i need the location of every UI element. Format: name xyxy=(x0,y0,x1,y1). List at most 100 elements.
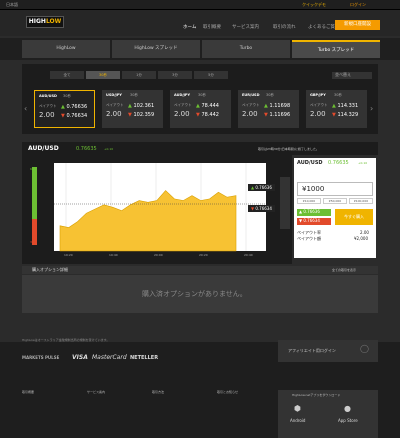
positions-empty: 購入済オプションがありません。 xyxy=(22,275,378,313)
high-button-rate: 0.76636 xyxy=(303,209,320,214)
high-percent: 67% xyxy=(30,167,37,171)
tab-highlow[interactable]: HighLow xyxy=(22,40,110,58)
app-title: HighLow.netアプリをダウンロード xyxy=(292,393,341,397)
card-up-icon: ▲ xyxy=(196,103,200,109)
positions-title: 購入オプション詳細 xyxy=(32,267,68,272)
card-payout-value: 2.00 xyxy=(242,110,258,118)
trade-pair: AUD/USD xyxy=(297,160,323,166)
nav-guide[interactable]: 取引概要 xyxy=(203,24,221,30)
card-down-icon: ▼ xyxy=(332,112,336,118)
logo[interactable]: HIGHLOW xyxy=(26,16,64,28)
asset-card[interactable]: AUD/JPY 30秒 ペイアウト 2.00 ▲ 78.444 ▼ 78.442 xyxy=(170,90,231,128)
footer-links: 取引概要 サービス案内 取引方法 取引とお知らせ xyxy=(22,388,272,438)
user-icon: ◯ xyxy=(360,344,369,353)
card-down-icon: ▼ xyxy=(128,112,132,118)
card-pair: GBP/JPY xyxy=(310,93,326,97)
asset-card[interactable]: USD/JPY 30秒 ペイアウト 2.00 ▲ 102.361 ▼ 102.3… xyxy=(102,90,163,128)
card-low-rate: ▼ 102.359 xyxy=(128,112,154,118)
login-link[interactable]: ログイン xyxy=(350,2,366,8)
apple-icon: ● xyxy=(344,404,351,413)
asset-card[interactable]: AUD/USD 30秒 ペイアウト 2.00 ▲ 0.76636 ▼ 0.766… xyxy=(34,90,95,128)
demo-link[interactable]: クイックデモ xyxy=(302,2,326,8)
card-payout-value: 2.00 xyxy=(310,110,326,118)
footer-column-title[interactable]: サービス案内 xyxy=(87,390,105,394)
brand-mastercard: MasterCard xyxy=(92,354,127,361)
card-payout-label: ペイアウト xyxy=(39,104,57,108)
card-low-value: 102.359 xyxy=(133,112,155,118)
card-time: 30秒 xyxy=(334,93,342,97)
footer-column-title[interactable]: 取引とお知らせ xyxy=(217,390,238,394)
card-high-rate: ▲ 0.76636 xyxy=(61,104,87,110)
buy-now-button[interactable]: 今すぐ購入 xyxy=(335,209,373,225)
prev-arrow-icon[interactable]: ‹ xyxy=(24,104,27,113)
up-arrow-icon: ▲ xyxy=(251,185,255,190)
amount-preset-1[interactable]: ¥10,000 xyxy=(297,198,321,204)
brand-visa: VISA xyxy=(72,354,88,361)
subtab-1m[interactable]: 1分 xyxy=(122,71,156,79)
card-low-value: 0.76634 xyxy=(66,113,88,119)
sort-select[interactable]: 並べ替え xyxy=(332,72,372,79)
amount-preset-3[interactable]: ¥100,000 xyxy=(349,198,373,204)
time-tick: 20:40 xyxy=(244,253,253,257)
asset-card[interactable]: EUR/USD 30秒 ペイアウト 2.00 ▲ 1.11698 ▼ 1.116… xyxy=(238,90,299,128)
tab-highlow-spread[interactable]: HighLow スプレッド xyxy=(112,40,200,58)
card-payout-label: ペイアウト xyxy=(242,103,260,107)
card-high-rate: ▲ 102.361 xyxy=(128,103,154,109)
payout-amount-value: ¥2,000 xyxy=(354,236,368,241)
brand-markets-pulse: MARKETS PULSE xyxy=(22,355,60,360)
card-low-rate: ▼ 1.11696 xyxy=(264,112,290,118)
low-button[interactable]: ▼ 0.76634 xyxy=(297,218,331,225)
card-high-rate: ▲ 1.11698 xyxy=(264,103,290,109)
trade-change: +0.10 xyxy=(358,161,368,165)
card-high-value: 1.11698 xyxy=(269,103,291,109)
nav-service[interactable]: サービス案内 xyxy=(232,24,259,30)
subtab-5m[interactable]: 5分 xyxy=(194,71,228,79)
app-download: HighLow.netアプリをダウンロード ⬢ Android ● App St… xyxy=(278,390,378,438)
low-button-rate: 0.76634 xyxy=(303,218,320,223)
view-all-link[interactable]: 全ての取引を表示 xyxy=(332,268,356,272)
chart-high-label: ▲ 0.76636 xyxy=(248,184,275,191)
company-note: HighLowはオーストラリア金融規制当局の規制を受けています。 xyxy=(22,338,110,342)
card-payout-value: 2.00 xyxy=(39,111,55,119)
card-down-icon: ▼ xyxy=(264,112,268,118)
amount-input[interactable]: ¥1000 xyxy=(297,182,373,196)
card-payout-value: 2.00 xyxy=(174,110,190,118)
next-arrow-icon[interactable]: › xyxy=(370,104,373,113)
asset-card[interactable]: GBP/JPY 30秒 ペイアウト 2.00 ▲ 114.331 ▼ 114.3… xyxy=(306,90,367,128)
card-low-rate: ▼ 78.442 xyxy=(196,112,219,118)
card-high-value: 102.361 xyxy=(133,103,155,109)
appstore-label[interactable]: App Store xyxy=(338,418,358,423)
card-payout-label: ペイアウト xyxy=(106,103,124,107)
register-button[interactable]: 新規口座開設 xyxy=(335,20,380,30)
card-pair: AUD/JPY xyxy=(174,93,191,97)
positions-bar: 購入オプション詳細 全ての取引を表示 xyxy=(22,266,378,274)
time-tick: 19:40 xyxy=(109,253,118,257)
card-pair: EUR/USD xyxy=(242,93,260,97)
tab-turbo-spread[interactable]: Turbo スプレッド xyxy=(292,40,380,58)
card-high-rate: ▲ 114.331 xyxy=(332,103,358,109)
card-time: 30秒 xyxy=(266,93,274,97)
card-up-icon: ▲ xyxy=(128,103,132,109)
subtab-30s[interactable]: 30秒 xyxy=(86,71,120,79)
time-tick: 19:20 xyxy=(64,253,73,257)
card-payout-label: ペイアウト xyxy=(310,103,328,107)
subtab-all[interactable]: 全て xyxy=(50,71,84,79)
android-label[interactable]: Android xyxy=(290,418,305,423)
nav-market[interactable]: 取引の流れ xyxy=(273,24,296,30)
card-time: 30秒 xyxy=(63,94,71,98)
amount-preset-2[interactable]: ¥50,000 xyxy=(323,198,347,204)
closed-notice: 取引は23時30分(日本時間)に終了しました。 xyxy=(258,147,319,151)
chart-high-value: 0.76636 xyxy=(255,185,272,190)
subtab-3m[interactable]: 3分 xyxy=(158,71,192,79)
footer-column-title[interactable]: 取引概要 xyxy=(22,390,34,394)
chart-header: AUD/USD 0.76635 +0.10 取引は23時30分(日本時間)に終了… xyxy=(22,142,378,155)
footer-column-title[interactable]: 取引方法 xyxy=(152,390,164,394)
card-up-icon: ▲ xyxy=(61,104,65,110)
tab-turbo[interactable]: Turbo xyxy=(202,40,290,58)
card-up-icon: ▲ xyxy=(332,103,336,109)
chart-rate: 0.76635 xyxy=(76,146,97,152)
nav-home[interactable]: ホーム xyxy=(183,24,196,30)
high-button[interactable]: ▲ 0.76636 xyxy=(297,209,331,216)
language-select[interactable]: 日本語 xyxy=(6,2,18,8)
chart-low-value: 0.76634 xyxy=(255,206,272,211)
